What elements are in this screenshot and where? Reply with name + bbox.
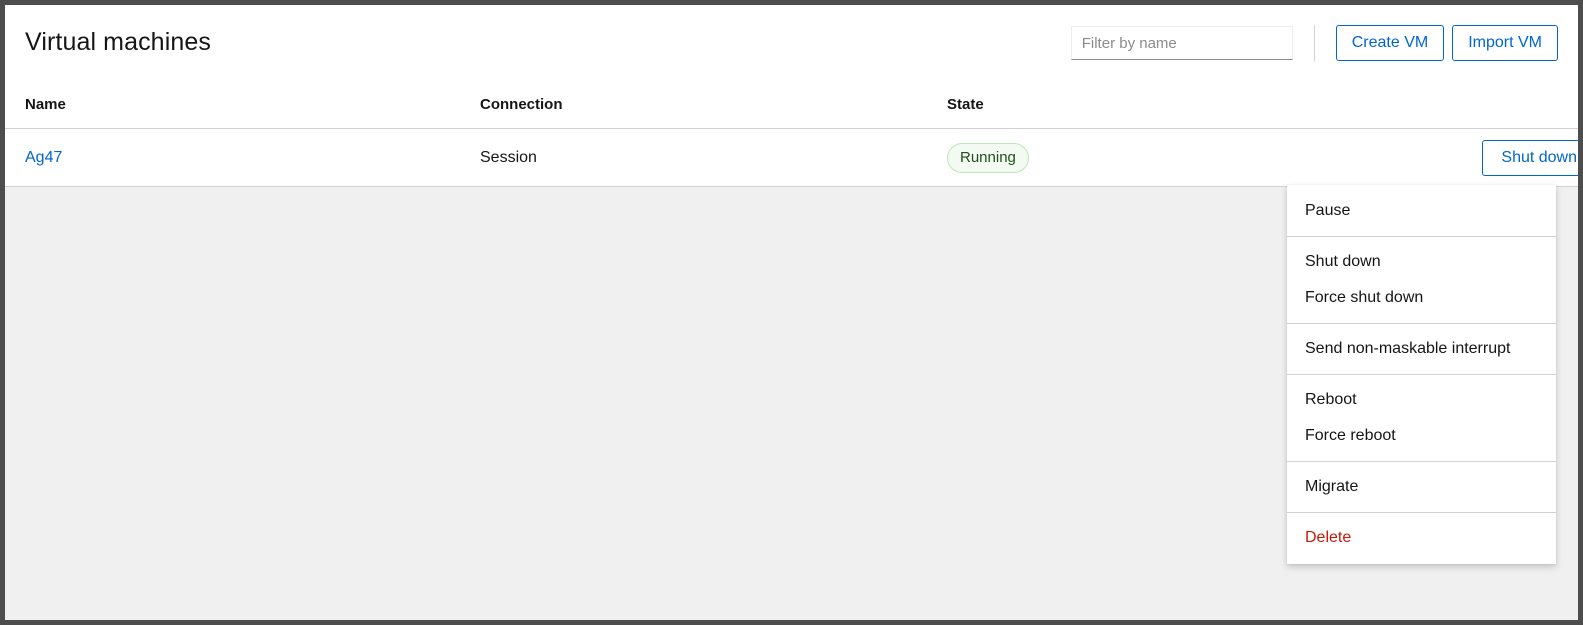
virtual-machines-card: Virtual machines Create VM Import VM Nam… (5, 5, 1578, 187)
cell-actions: Shut down (1402, 128, 1578, 187)
table-head: Name Connection State (5, 80, 1578, 129)
column-header-actions (1402, 80, 1578, 129)
menu-item-pause[interactable]: Pause (1287, 193, 1556, 229)
vm-actions-dropdown-menu: Pause Shut down Force shut down Send non… (1287, 185, 1556, 564)
menu-item-migrate[interactable]: Migrate (1287, 469, 1556, 505)
table-body: Ag47 Session Running Shut down (5, 128, 1578, 187)
toolbar-divider (1313, 25, 1315, 61)
status-badge: Running (947, 142, 1029, 173)
cell-name: Ag47 (5, 128, 460, 187)
vm-name-link[interactable]: Ag47 (25, 149, 62, 166)
menu-separator (1287, 461, 1556, 462)
menu-item-force-reboot[interactable]: Force reboot (1287, 418, 1556, 454)
table-row: Ag47 Session Running Shut down (5, 128, 1578, 187)
browser-viewport: Virtual machines Create VM Import VM Nam… (5, 5, 1578, 620)
cell-connection: Session (460, 128, 927, 187)
menu-separator (1287, 512, 1556, 513)
menu-item-force-shut-down[interactable]: Force shut down (1287, 280, 1556, 316)
menu-item-reboot[interactable]: Reboot (1287, 382, 1556, 418)
menu-item-delete[interactable]: Delete (1287, 520, 1556, 556)
create-vm-button[interactable]: Create VM (1335, 25, 1445, 61)
import-vm-button[interactable]: Import VM (1452, 25, 1558, 61)
column-header-connection: Connection (460, 80, 927, 129)
page-toolbar: Virtual machines Create VM Import VM (5, 5, 1578, 80)
column-header-name: Name (5, 80, 460, 129)
filter-by-name-input[interactable] (1070, 26, 1293, 60)
column-header-state: State (927, 80, 1402, 129)
cell-state: Running (927, 128, 1402, 187)
menu-separator (1287, 374, 1556, 375)
toolbar-actions: Create VM Import VM (1070, 25, 1558, 61)
table-header-row: Name Connection State (5, 80, 1578, 129)
shut-down-button[interactable]: Shut down (1482, 139, 1578, 176)
menu-separator (1287, 236, 1556, 237)
row-actions-group: Shut down (1402, 139, 1578, 176)
page-title: Virtual machines (25, 28, 211, 56)
menu-separator (1287, 323, 1556, 324)
menu-item-send-nmi[interactable]: Send non-maskable interrupt (1287, 331, 1556, 367)
virtual-machines-table: Name Connection State Ag47 Session Runni… (5, 80, 1578, 187)
menu-item-shut-down[interactable]: Shut down (1287, 244, 1556, 280)
